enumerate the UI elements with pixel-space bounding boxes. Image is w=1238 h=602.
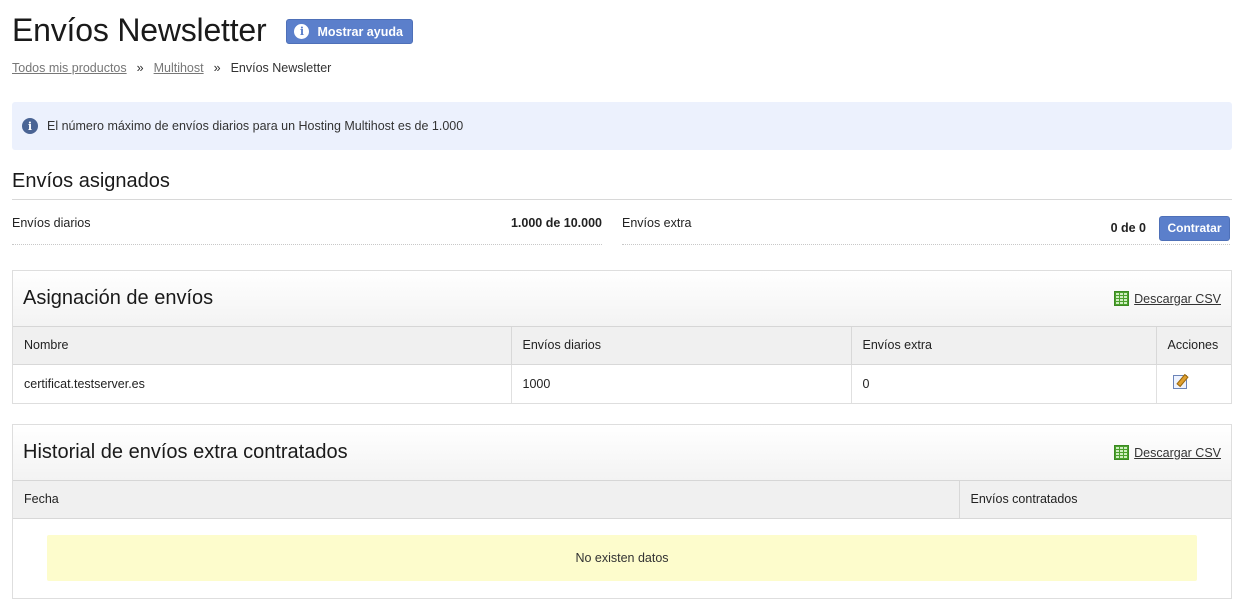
spreadsheet-icon <box>1114 445 1130 460</box>
history-panel: Historial de envíos extra contratados De… <box>12 424 1232 599</box>
empty-cell: No existen datos <box>13 518 1231 598</box>
assignment-table: Nombre Envíos diarios Envíos extra Accio… <box>13 327 1231 403</box>
info-alert-text: El número máximo de envíos diarios para … <box>47 119 464 133</box>
column-header-daily: Envíos diarios <box>511 327 852 365</box>
download-csv-label: Descargar CSV <box>1134 445 1221 460</box>
extra-sends-value: 0 de 0 <box>1110 221 1146 235</box>
info-alert: i El número máximo de envíos diarios par… <box>12 102 1232 150</box>
column-header-date: Fecha <box>13 481 960 519</box>
assignment-panel: Asignación de envíos Descargar CSV Nombr… <box>12 270 1232 404</box>
empty-state-message: No existen datos <box>47 535 1197 582</box>
show-help-button[interactable]: i Mostrar ayuda <box>286 19 413 44</box>
section-divider <box>12 199 1232 200</box>
assignment-panel-title: Asignación de envíos <box>23 287 214 309</box>
info-icon: i <box>22 118 38 134</box>
assignment-panel-header: Asignación de envíos Descargar CSV <box>13 271 1231 327</box>
column-header-actions: Acciones <box>1156 327 1231 365</box>
assignment-download-csv-link[interactable]: Descargar CSV <box>1114 291 1221 306</box>
page-title: Envíos Newsletter <box>12 12 267 48</box>
breadcrumb-current: Envíos Newsletter <box>230 61 332 75</box>
table-row: certificat.testserver.es 1000 0 <box>13 364 1231 403</box>
breadcrumb-link-all-products[interactable]: Todos mis productos <box>12 61 127 75</box>
history-table: Fecha Envíos contratados No existen dato… <box>13 481 1231 598</box>
breadcrumb: Todos mis productos » Multihost » Envíos… <box>12 61 331 75</box>
daily-sends-label: Envíos diarios <box>12 216 91 230</box>
extra-sends-group: 0 de 0 Contratar <box>1110 215 1230 241</box>
daily-sends-stat: Envíos diarios 1.000 de 10.000 <box>12 212 602 245</box>
history-download-csv-link[interactable]: Descargar CSV <box>1114 445 1221 460</box>
column-header-extra: Envíos extra <box>851 327 1157 365</box>
download-csv-label: Descargar CSV <box>1134 291 1221 306</box>
history-panel-title: Historial de envíos extra contratados <box>23 441 348 463</box>
cell-name: certificat.testserver.es <box>13 364 512 403</box>
table-header-row: Fecha Envíos contratados <box>13 481 1231 519</box>
cell-actions <box>1156 364 1231 403</box>
extra-sends-label: Envíos extra <box>622 216 692 230</box>
column-header-name: Nombre <box>13 327 512 365</box>
column-header-contracted: Envíos contratados <box>959 481 1231 519</box>
cell-extra: 0 <box>851 364 1157 403</box>
history-panel-header: Historial de envíos extra contratados De… <box>13 425 1231 481</box>
breadcrumb-link-multihost[interactable]: Multihost <box>154 61 204 75</box>
show-help-label: Mostrar ayuda <box>317 24 403 39</box>
daily-sends-value: 1.000 de 10.000 <box>510 216 602 230</box>
empty-row: No existen datos <box>13 518 1231 598</box>
cell-daily: 1000 <box>511 364 852 403</box>
table-header-row: Nombre Envíos diarios Envíos extra Accio… <box>13 327 1231 365</box>
spreadsheet-icon <box>1114 291 1130 306</box>
info-icon: i <box>294 24 310 39</box>
assigned-section-title: Envíos asignados <box>12 170 170 192</box>
breadcrumb-separator: » <box>136 61 144 75</box>
contract-button[interactable]: Contratar <box>1159 215 1230 241</box>
page-header: Envíos Newsletter i Mostrar ayuda <box>12 10 413 50</box>
breadcrumb-separator: » <box>213 61 221 75</box>
edit-icon[interactable] <box>1172 375 1187 390</box>
extra-sends-stat: Envíos extra 0 de 0 Contratar <box>622 212 1230 245</box>
